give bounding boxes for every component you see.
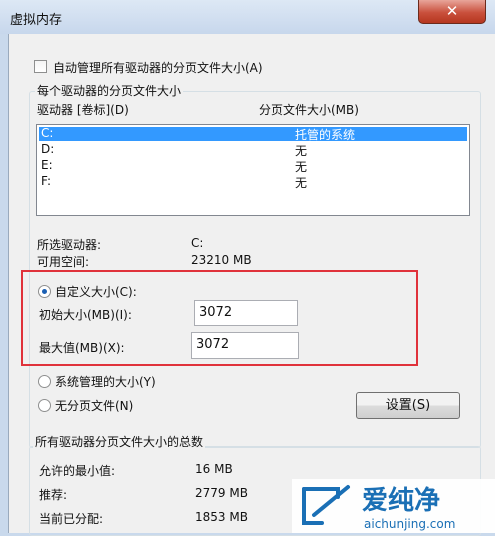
current-allocated-label: 当前已分配: — [39, 512, 104, 526]
watermark-url: aichunjing.com — [364, 517, 455, 531]
watermark-icon: 爱纯净 aichunjing.com — [292, 479, 495, 533]
watermark-logo: 爱纯净 aichunjing.com — [292, 479, 495, 533]
list-item[interactable]: D: 无 — [39, 142, 467, 158]
min-allowed-value: 16 MB — [195, 462, 233, 476]
initial-size-input[interactable]: 3072 — [194, 300, 298, 326]
drive-group-title: 每个驱动器的分页文件大小 — [35, 82, 184, 99]
watermark-name: 爱纯净 — [362, 485, 440, 516]
system-managed-radio[interactable] — [38, 375, 51, 388]
initial-size-label: 初始大小(MB)(I): — [39, 308, 132, 322]
list-item[interactable]: E: 无 — [39, 158, 467, 174]
max-size-input[interactable]: 3072 — [191, 332, 299, 359]
window-title: 虚拟内存 — [10, 13, 63, 28]
recommended-value: 2779 MB — [195, 486, 248, 500]
max-size-label: 最大值(MB)(X): — [39, 341, 125, 355]
auto-manage-label[interactable]: 自动管理所有驱动器的分页文件大小(A) — [53, 59, 263, 76]
dialog-body: 自动管理所有驱动器的分页文件大小(A) 每个驱动器的分页文件大小 驱动器 [卷标… — [8, 34, 495, 536]
close-icon: ✕ — [445, 2, 459, 20]
column-header-drive: 驱动器 [卷标](D) — [37, 103, 129, 117]
set-button[interactable]: 设置(S) — [356, 392, 460, 419]
selected-drive-label: 所选驱动器: — [37, 238, 102, 252]
free-space-value: 23210 MB — [191, 253, 252, 267]
close-button[interactable]: ✕ — [418, 0, 486, 24]
current-allocated-value: 1853 MB — [195, 510, 248, 524]
list-item[interactable]: C: 托管的系统 — [39, 126, 467, 142]
auto-manage-checkbox[interactable] — [34, 60, 47, 73]
list-item[interactable]: F: 无 — [39, 174, 467, 190]
min-allowed-label: 允许的最小值: — [39, 464, 116, 478]
no-paging-label[interactable]: 无分页文件(N) — [55, 397, 133, 414]
system-managed-label[interactable]: 系统管理的大小(Y) — [55, 373, 156, 390]
recommended-label: 推荐: — [39, 488, 68, 502]
selected-drive-value: C: — [191, 236, 204, 250]
totals-group-title: 所有驱动器分页文件大小的总数 — [33, 433, 206, 450]
custom-size-label[interactable]: 自定义大小(C): — [55, 283, 137, 300]
no-paging-radio[interactable] — [38, 399, 51, 412]
drive-list[interactable]: C: 托管的系统 D: 无 E: 无 F: 无 — [36, 124, 470, 216]
title-bar: 虚拟内存 ✕ — [0, 0, 495, 34]
custom-size-radio[interactable] — [38, 285, 51, 298]
free-space-label: 可用空间: — [37, 255, 90, 269]
column-header-size: 分页文件大小(MB) — [259, 103, 359, 117]
